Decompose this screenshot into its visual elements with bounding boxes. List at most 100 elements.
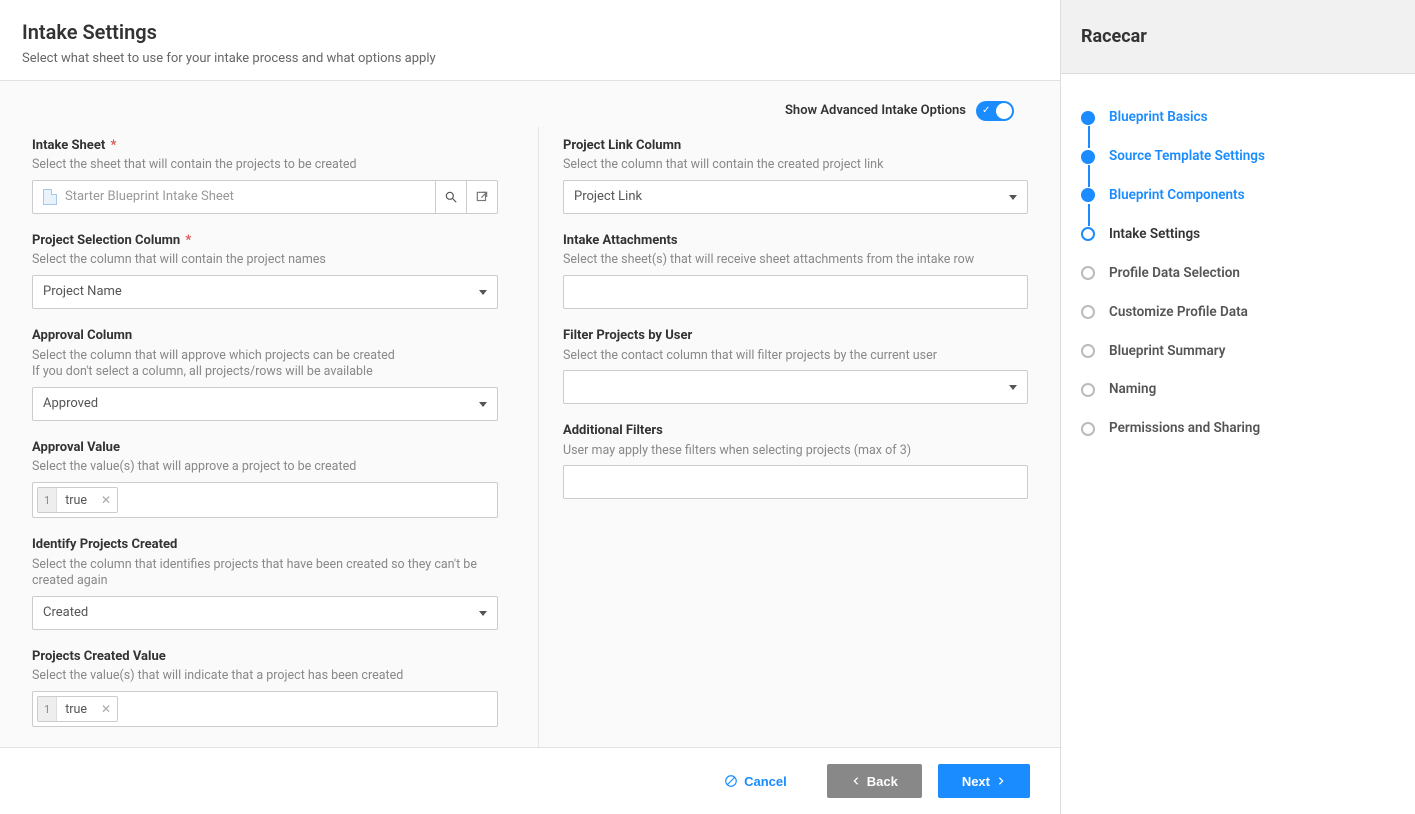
filter-user-field: Filter Projects by User Select the conta… <box>563 327 1028 404</box>
project-selection-desc: Select the column that will contain the … <box>32 252 498 269</box>
project-selection-label: Project Selection Column <box>32 233 180 248</box>
step-dot-icon <box>1081 111 1095 125</box>
step-label: Source Template Settings <box>1109 147 1265 166</box>
sidebar-header: Racecar <box>1061 0 1415 74</box>
wizard-step[interactable]: Source Template Settings <box>1081 137 1395 176</box>
step-label: Blueprint Basics <box>1109 108 1208 127</box>
step-label: Blueprint Components <box>1109 186 1245 205</box>
required-asterisk: * <box>110 138 116 153</box>
approval-column-label: Approval Column <box>32 327 498 345</box>
content-area: Show Advanced Intake Options ✓ Intake Sh… <box>0 81 1060 747</box>
intake-sheet-field: Intake Sheet * Select the sheet that wil… <box>32 137 498 214</box>
approval-column-field: Approval Column Select the column that w… <box>32 327 498 421</box>
step-label: Naming <box>1109 380 1156 399</box>
remove-tag-button[interactable]: ✕ <box>95 701 117 718</box>
filter-user-select[interactable] <box>563 370 1028 404</box>
sheet-icon <box>43 189 57 205</box>
next-button[interactable]: Next <box>938 764 1030 798</box>
page-title: Intake Settings <box>22 18 1038 46</box>
left-column: Intake Sheet * Select the sheet that wil… <box>22 127 508 747</box>
approval-value-desc: Select the value(s) that will approve a … <box>32 459 498 476</box>
step-dot-icon <box>1081 227 1095 241</box>
intake-attachments-label: Intake Attachments <box>563 232 1028 250</box>
project-link-label: Project Link Column <box>563 137 1028 155</box>
advanced-options-label: Show Advanced Intake Options <box>785 102 966 120</box>
project-link-field: Project Link Column Select the column th… <box>563 137 1028 214</box>
additional-filters-input[interactable] <box>563 465 1028 499</box>
intake-attachments-field: Intake Attachments Select the sheet(s) t… <box>563 232 1028 309</box>
wizard-step[interactable]: Customize Profile Data <box>1081 293 1395 332</box>
open-external-icon <box>475 190 489 204</box>
approval-value-field: Approval Value Select the value(s) that … <box>32 439 498 518</box>
identify-created-desc: Select the column that identifies projec… <box>32 557 498 591</box>
project-selection-select[interactable]: Project Name <box>32 275 498 309</box>
cancel-icon <box>724 774 738 788</box>
right-column: Project Link Column Select the column th… <box>538 127 1038 747</box>
approval-column-select[interactable]: Approved <box>32 387 498 421</box>
wizard-step[interactable]: Blueprint Summary <box>1081 332 1395 371</box>
back-button[interactable]: Back <box>827 764 922 798</box>
chevron-down-icon <box>479 290 487 295</box>
step-dot-icon <box>1081 422 1095 436</box>
main-panel: Intake Settings Select what sheet to use… <box>0 0 1060 814</box>
page-header: Intake Settings Select what sheet to use… <box>0 0 1060 81</box>
step-label: Blueprint Summary <box>1109 342 1225 361</box>
intake-sheet-label: Intake Sheet <box>32 138 105 153</box>
created-value-input[interactable]: 1 true ✕ <box>32 691 498 727</box>
wizard-steps: Blueprint Basics Source Template Settings… <box>1061 74 1415 472</box>
intake-sheet-desc: Select the sheet that will contain the p… <box>32 157 498 174</box>
wizard-step[interactable]: Blueprint Components <box>1081 176 1395 215</box>
page-subtitle: Select what sheet to use for your intake… <box>22 50 1038 68</box>
wizard-step[interactable]: Intake Settings <box>1081 215 1395 254</box>
created-value-label: Projects Created Value <box>32 648 498 666</box>
step-label: Profile Data Selection <box>1109 264 1240 283</box>
advanced-options-toggle[interactable]: ✓ <box>976 101 1014 121</box>
step-dot-icon <box>1081 305 1095 319</box>
identify-created-label: Identify Projects Created <box>32 536 498 554</box>
step-dot-icon <box>1081 383 1095 397</box>
approval-value-tag: 1 true ✕ <box>37 487 118 513</box>
project-link-desc: Select the column that will contain the … <box>563 157 1028 174</box>
intake-sheet-input[interactable]: Starter Blueprint Intake Sheet <box>32 180 436 214</box>
sidebar-title: Racecar <box>1081 24 1395 49</box>
chevron-down-icon <box>1009 385 1017 390</box>
created-value-tag: 1 true ✕ <box>37 696 118 722</box>
project-link-select[interactable]: Project Link <box>563 180 1028 214</box>
created-value-field: Projects Created Value Select the value(… <box>32 648 498 727</box>
wizard-step[interactable]: Naming <box>1081 370 1395 409</box>
step-label: Permissions and Sharing <box>1109 419 1260 438</box>
filter-user-label: Filter Projects by User <box>563 327 1028 345</box>
filter-user-desc: Select the contact column that will filt… <box>563 348 1028 365</box>
chevron-right-icon <box>996 775 1006 787</box>
approval-column-desc: Select the column that will approve whic… <box>32 348 498 382</box>
project-selection-field: Project Selection Column * Select the co… <box>32 232 498 309</box>
cancel-button[interactable]: Cancel <box>700 764 811 798</box>
step-dot-icon <box>1081 188 1095 202</box>
step-label: Intake Settings <box>1109 225 1200 244</box>
step-dot-icon <box>1081 344 1095 358</box>
wizard-step[interactable]: Permissions and Sharing <box>1081 409 1395 448</box>
wizard-step[interactable]: Blueprint Basics <box>1081 98 1395 137</box>
check-icon: ✓ <box>982 106 990 116</box>
search-icon <box>444 190 458 204</box>
additional-filters-label: Additional Filters <box>563 422 1028 440</box>
step-dot-icon <box>1081 150 1095 164</box>
additional-filters-desc: User may apply these filters when select… <box>563 443 1028 460</box>
required-asterisk: * <box>185 233 191 248</box>
open-sheet-button[interactable] <box>467 180 498 214</box>
additional-filters-field: Additional Filters User may apply these … <box>563 422 1028 499</box>
sidebar: Racecar Blueprint Basics Source Template … <box>1060 0 1415 814</box>
intake-attachments-desc: Select the sheet(s) that will receive sh… <box>563 252 1028 269</box>
search-sheet-button[interactable] <box>436 180 467 214</box>
chevron-down-icon <box>479 402 487 407</box>
identify-created-select[interactable]: Created <box>32 596 498 630</box>
identify-created-field: Identify Projects Created Select the col… <box>32 536 498 630</box>
wizard-step[interactable]: Profile Data Selection <box>1081 254 1395 293</box>
remove-tag-button[interactable]: ✕ <box>95 492 117 509</box>
chevron-down-icon <box>479 611 487 616</box>
intake-attachments-input[interactable] <box>563 275 1028 309</box>
step-label: Customize Profile Data <box>1109 303 1248 322</box>
approval-value-input[interactable]: 1 true ✕ <box>32 482 498 518</box>
step-dot-icon <box>1081 266 1095 280</box>
footer-actions: Cancel Back Next <box>0 747 1060 814</box>
